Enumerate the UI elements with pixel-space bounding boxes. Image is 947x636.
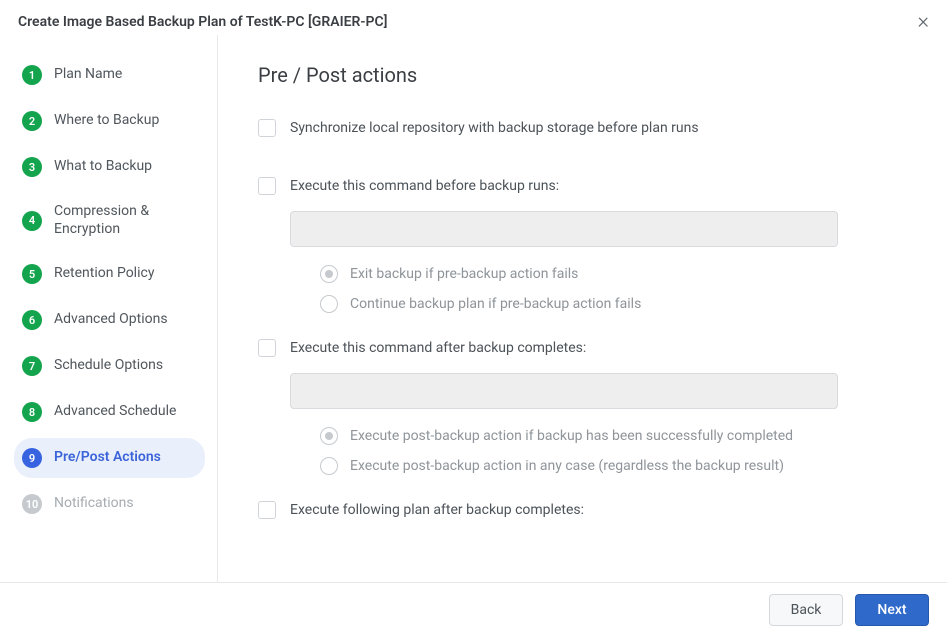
step-retention-policy[interactable]: 5 Retention Policy [14,254,205,294]
checkbox-label: Execute this command after backup comple… [290,340,586,356]
radio-label: Exit backup if pre-backup action fails [350,266,578,282]
step-label: Schedule Options [54,357,163,375]
radio-label: Continue backup plan if pre-backup actio… [350,296,641,312]
option-chain-plan: Execute following plan after backup comp… [258,501,907,519]
step-number-badge: 7 [22,356,42,376]
step-advanced-options[interactable]: 6 Advanced Options [14,300,205,340]
step-label: Pre/Post Actions [54,449,161,467]
radio-row-pre-exit[interactable]: Exit backup if pre-backup action fails [320,265,907,283]
step-number-badge: 10 [22,494,42,514]
radio-post-any[interactable] [320,457,338,475]
dialog-body: 1 Plan Name 2 Where to Backup 3 What to … [0,35,947,582]
page-title: Pre / Post actions [258,63,907,87]
post-command-input[interactable] [290,373,838,409]
step-notifications[interactable]: 10 Notifications [14,484,205,524]
checkbox-label: Execute this command before backup runs: [290,178,559,194]
step-where-to-backup[interactable]: 2 Where to Backup [14,101,205,141]
wizard-sidebar: 1 Plan Name 2 Where to Backup 3 What to … [0,35,218,582]
checkbox-pre-command[interactable] [258,177,276,195]
step-label: What to Backup [54,158,152,176]
step-label: Advanced Schedule [54,403,176,421]
back-button[interactable]: Back [769,594,843,626]
radio-pre-exit[interactable] [320,265,338,283]
step-number-badge: 9 [22,448,42,468]
radio-pre-continue[interactable] [320,295,338,313]
dialog-title: Create Image Based Backup Plan of TestK-… [18,14,387,30]
step-number-badge: 4 [22,211,42,231]
checkbox-label: Synchronize local repository with backup… [290,120,699,136]
step-compression-encryption[interactable]: 4 Compression & Encryption [14,193,205,248]
option-sync-repository: Synchronize local repository with backup… [258,119,907,137]
step-number-badge: 8 [22,402,42,422]
option-pre-command: Execute this command before backup runs: [258,177,907,195]
dialog-footer: Back Next [0,582,947,636]
pre-command-input[interactable] [290,211,838,247]
step-number-badge: 2 [22,111,42,131]
checkbox-post-command[interactable] [258,339,276,357]
step-plan-name[interactable]: 1 Plan Name [14,55,205,95]
close-icon[interactable]: × [917,11,929,33]
radio-label: Execute post-backup action if backup has… [350,428,793,444]
step-label: Where to Backup [54,112,159,130]
radio-post-success[interactable] [320,427,338,445]
step-number-badge: 5 [22,264,42,284]
option-post-command: Execute this command after backup comple… [258,339,907,357]
step-what-to-backup[interactable]: 3 What to Backup [14,147,205,187]
step-pre-post-actions[interactable]: 9 Pre/Post Actions [14,438,205,478]
step-advanced-schedule[interactable]: 8 Advanced Schedule [14,392,205,432]
step-label: Compression & Encryption [54,203,197,238]
checkbox-sync[interactable] [258,119,276,137]
radio-label: Execute post-backup action in any case (… [350,458,784,474]
checkbox-chain-plan[interactable] [258,501,276,519]
main-panel: Pre / Post actions Synchronize local rep… [218,35,947,582]
step-label: Advanced Options [54,311,168,329]
step-number-badge: 6 [22,310,42,330]
radio-row-post-any[interactable]: Execute post-backup action in any case (… [320,457,907,475]
dialog-header: Create Image Based Backup Plan of TestK-… [0,0,947,35]
step-number-badge: 3 [22,157,42,177]
step-number-badge: 1 [22,65,42,85]
next-button[interactable]: Next [855,594,929,626]
step-label: Notifications [54,495,134,513]
step-schedule-options[interactable]: 7 Schedule Options [14,346,205,386]
checkbox-label: Execute following plan after backup comp… [290,502,584,518]
radio-row-pre-continue[interactable]: Continue backup plan if pre-backup actio… [320,295,907,313]
radio-row-post-success[interactable]: Execute post-backup action if backup has… [320,427,907,445]
step-label: Plan Name [54,66,122,84]
step-label: Retention Policy [54,265,154,283]
